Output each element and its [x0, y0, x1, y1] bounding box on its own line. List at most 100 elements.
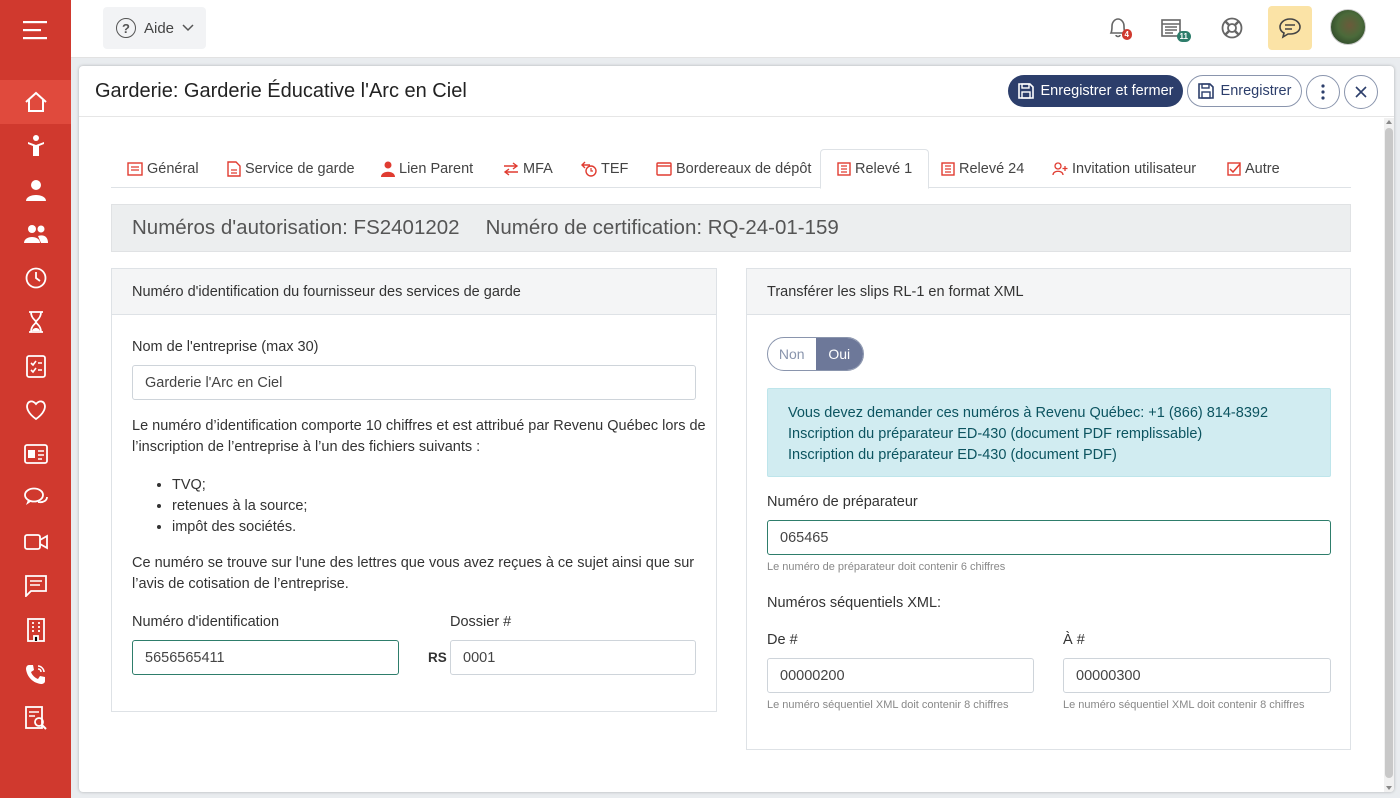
menu-toggle-button[interactable]	[0, 0, 71, 60]
panel-title: Numéro d'identification du fournisseur d…	[112, 269, 716, 315]
certification-number: Numéro de certification: RQ-24-01-159	[485, 216, 839, 239]
company-name-label: Nom de l'entreprise (max 30)	[132, 339, 319, 355]
toggle-option-oui[interactable]: Oui	[815, 338, 863, 370]
help-button[interactable]: ? Aide	[103, 7, 206, 49]
sidebar-item-health[interactable]	[0, 388, 71, 432]
to-sequence-input[interactable]: 00000300	[1063, 658, 1331, 693]
from-sequence-hint: Le numéro séquentiel XML doit contenir 8…	[767, 699, 1009, 711]
window-icon	[656, 161, 672, 176]
home-icon	[24, 91, 47, 112]
exchange-arrows-icon	[503, 161, 519, 176]
sidebar-item-id-card[interactable]	[0, 432, 71, 476]
sidebar-item-hourglass[interactable]	[0, 300, 71, 344]
support-button[interactable]	[1218, 14, 1246, 42]
save-icon	[1197, 83, 1214, 99]
info-phone-text: Vous devez demander ces numéros à Revenu…	[788, 405, 1269, 421]
tab-label: Général	[147, 160, 199, 177]
chevron-down-icon	[182, 24, 194, 32]
sidebar-item-home[interactable]	[0, 80, 71, 124]
chat-button[interactable]	[1268, 6, 1312, 50]
dossier-input[interactable]: 0001	[450, 640, 696, 675]
close-icon	[1355, 86, 1367, 98]
notifications-button[interactable]: 4	[1104, 14, 1132, 42]
authorization-banner: Numéros d'autorisation: FS2401202 Numéro…	[111, 204, 1351, 252]
calendar-badge: 11	[1176, 31, 1191, 42]
tab-label: Service de garde	[245, 160, 355, 177]
checklist-icon	[25, 355, 46, 378]
toggle-option-non[interactable]: Non	[768, 338, 816, 370]
tab-tef[interactable]: TEF	[581, 149, 628, 188]
modal-title: Garderie: Garderie Éducative l'Arc en Ci…	[95, 80, 467, 102]
tab-releve-24[interactable]: Relevé 24	[941, 149, 1024, 188]
company-name-input[interactable]: Garderie l'Arc en Ciel	[132, 365, 696, 400]
save-and-close-button[interactable]: Enregistrer et fermer	[1008, 75, 1183, 107]
user-avatar[interactable]	[1330, 9, 1366, 45]
sidebar-item-person[interactable]	[0, 168, 71, 212]
xml-transfer-toggle[interactable]: Non Oui	[767, 337, 864, 371]
sidebar-item-messages[interactable]	[0, 564, 71, 608]
report-icon	[24, 706, 47, 730]
tab-label: TEF	[601, 160, 629, 177]
identification-number-label: Numéro d'identification	[132, 614, 280, 630]
video-icon	[23, 534, 48, 550]
tab-invitation-utilisateur[interactable]: Invitation utilisateur	[1052, 149, 1196, 188]
group-icon	[23, 225, 48, 243]
calendar-button[interactable]: 11	[1158, 14, 1191, 42]
sidebar-item-children[interactable]	[0, 124, 71, 168]
user-plus-icon	[1052, 161, 1068, 176]
sidebar-item-phone[interactable]	[0, 652, 71, 696]
tab-general[interactable]: Général	[127, 149, 199, 188]
scroll-thumb[interactable]	[1385, 128, 1393, 778]
to-sequence-hint: Le numéro séquentiel XML doit contenir 8…	[1063, 699, 1305, 711]
tab-lien-parent[interactable]: Lien Parent	[381, 149, 473, 188]
tab-label: Lien Parent	[399, 160, 474, 177]
sidebar	[0, 0, 71, 798]
sidebar-item-video[interactable]	[0, 520, 71, 564]
list-item: impôt des sociétés.	[172, 517, 307, 538]
sidebar-item-buildings[interactable]	[0, 608, 71, 652]
scroll-down-arrow[interactable]	[1386, 786, 1392, 790]
tab-releve-1[interactable]: Relevé 1	[820, 149, 930, 189]
save-button[interactable]: Enregistrer	[1187, 75, 1302, 107]
list-item: TVQ;	[172, 475, 307, 496]
sidebar-item-group[interactable]	[0, 212, 71, 256]
from-sequence-input[interactable]: 00000200	[767, 658, 1034, 693]
from-label: De #	[767, 632, 798, 648]
list-box-icon	[837, 162, 851, 176]
sidebar-item-conversations[interactable]	[0, 476, 71, 520]
more-options-button[interactable]	[1306, 75, 1340, 109]
tab-autre[interactable]: Autre	[1227, 149, 1280, 188]
modal-scrollbar[interactable]	[1384, 118, 1394, 792]
id-location-line-1: Ce numéro se trouve sur l'une des lettre…	[132, 555, 695, 571]
preparer-number-label: Numéro de préparateur	[767, 494, 918, 510]
identification-number-input[interactable]: 5656565411	[132, 640, 399, 675]
close-button[interactable]	[1344, 75, 1378, 109]
tab-label: Invitation utilisateur	[1072, 160, 1197, 177]
xml-transfer-panel: Transférer les slips RL-1 en format XML …	[746, 268, 1351, 750]
ed430-pdf-link[interactable]: Inscription du préparateur ED-430 (docum…	[788, 445, 1310, 466]
preparer-number-input[interactable]: 065465	[767, 520, 1331, 555]
question-icon: ?	[116, 18, 136, 38]
list-item: retenues à la source;	[172, 496, 307, 517]
checkbox-icon	[1227, 161, 1241, 176]
hourglass-icon	[28, 311, 43, 333]
tab-bordereaux-de-depot[interactable]: Bordereaux de dépôt	[656, 149, 811, 188]
sidebar-item-reports[interactable]	[0, 696, 71, 740]
document-icon	[227, 160, 241, 177]
sequential-numbers-label: Numéros séquentiels XML:	[767, 595, 942, 611]
form-icon	[127, 161, 143, 176]
tab-mfa[interactable]: MFA	[503, 149, 553, 188]
scroll-up-arrow[interactable]	[1386, 120, 1392, 124]
panel-title: Transférer les slips RL-1 en format XML	[747, 269, 1350, 315]
save-icon	[1017, 83, 1034, 99]
top-bar: ? Aide 4 11	[71, 0, 1400, 58]
sidebar-item-time[interactable]	[0, 256, 71, 300]
tab-label: Autre	[1245, 160, 1280, 177]
info-alert: Vous devez demander ces numéros à Revenu…	[767, 388, 1331, 477]
tab-service-de-garde[interactable]: Service de garde	[227, 149, 355, 188]
clock-icon	[25, 267, 46, 289]
ed430-fillable-link[interactable]: Inscription du préparateur ED-430 (docum…	[788, 424, 1310, 445]
list-box-icon	[941, 161, 955, 176]
authorization-number: Numéros d'autorisation: FS2401202	[132, 216, 460, 239]
sidebar-item-checklist[interactable]	[0, 344, 71, 388]
